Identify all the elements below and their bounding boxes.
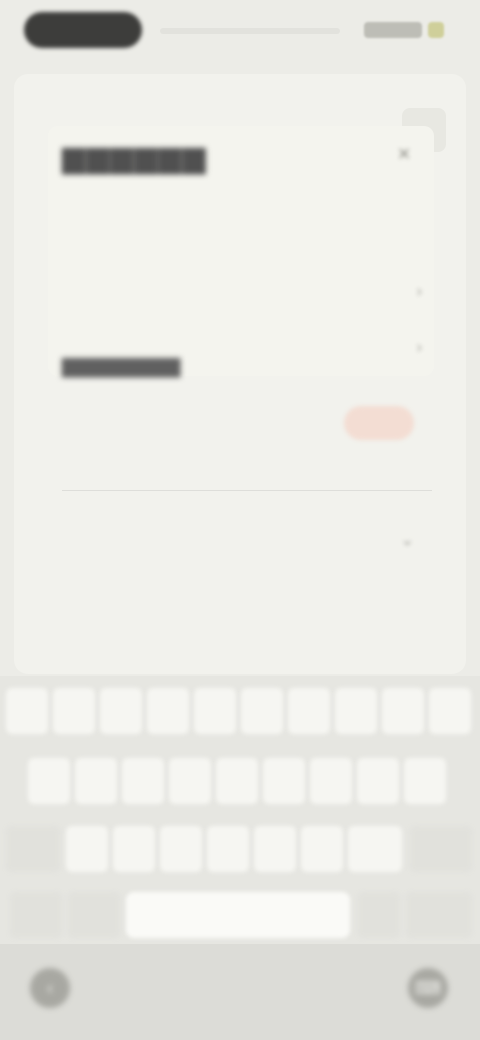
keyboard-key[interactable] (382, 688, 424, 734)
close-icon[interactable]: × (390, 140, 418, 168)
keyboard-key[interactable] (335, 688, 377, 734)
keyboard-key[interactable] (53, 688, 95, 734)
keyboard-key[interactable] (404, 758, 446, 804)
keyboard-key[interactable] (66, 826, 108, 872)
keyboard-row (0, 688, 480, 744)
battery-icon (428, 22, 444, 38)
keyboard-key[interactable] (241, 688, 283, 734)
keyboard-key[interactable] (216, 758, 258, 804)
keyboard-key[interactable] (169, 758, 211, 804)
keyboard-key[interactable] (301, 826, 343, 872)
keyboard-key[interactable] (147, 688, 189, 734)
keyboard-key[interactable] (207, 826, 249, 872)
section-title: ▆▆▆▆▆▆ (62, 141, 207, 174)
backspace-key[interactable] (410, 826, 472, 872)
keyboard-key[interactable] (263, 758, 305, 804)
space-key[interactable] (126, 892, 350, 938)
back-icon[interactable]: ‹ (30, 968, 70, 1008)
keyboard-key[interactable] (6, 688, 48, 734)
action-button[interactable] (344, 406, 414, 440)
status-icons (364, 22, 444, 38)
keyboard-key[interactable] (429, 688, 471, 734)
status-notification-area (160, 28, 340, 34)
subsection-title: ▆▆▆▆▆▆▆ (62, 352, 181, 377)
emoji-key[interactable] (68, 892, 120, 938)
keyboard-key[interactable] (254, 826, 296, 872)
keyboard-row (0, 826, 480, 882)
soft-keyboard (0, 676, 480, 944)
divider (62, 490, 432, 491)
period-key[interactable] (358, 892, 400, 938)
keyboard-key[interactable] (357, 758, 399, 804)
chevron-right-icon: › (416, 339, 422, 356)
list-item[interactable]: ⌄ (62, 520, 414, 560)
keyboard-key[interactable] (288, 688, 330, 734)
keyboard-key[interactable] (194, 688, 236, 734)
keyboard-key[interactable] (75, 758, 117, 804)
chevron-right-icon: › (416, 283, 422, 300)
chevron-down-icon: ⌄ (400, 532, 414, 549)
status-bar (0, 0, 480, 64)
enter-key[interactable] (406, 892, 472, 938)
shift-key[interactable] (6, 826, 60, 872)
keyboard-key[interactable] (348, 826, 402, 872)
signal-icon (364, 22, 422, 38)
list-item[interactable]: › (62, 272, 422, 312)
keyboard-key[interactable] (160, 826, 202, 872)
symbols-key[interactable] (10, 892, 62, 938)
keyboard-row (0, 758, 480, 814)
navigation-bar: ‹ ⌨ (0, 944, 480, 1040)
keyboard-key[interactable] (310, 758, 352, 804)
keyboard-key[interactable] (28, 758, 70, 804)
status-pill (24, 12, 142, 48)
keyboard-key[interactable] (122, 758, 164, 804)
keyboard-key[interactable] (100, 688, 142, 734)
keyboard-key[interactable] (113, 826, 155, 872)
keyboard-toggle-icon[interactable]: ⌨ (408, 968, 448, 1008)
